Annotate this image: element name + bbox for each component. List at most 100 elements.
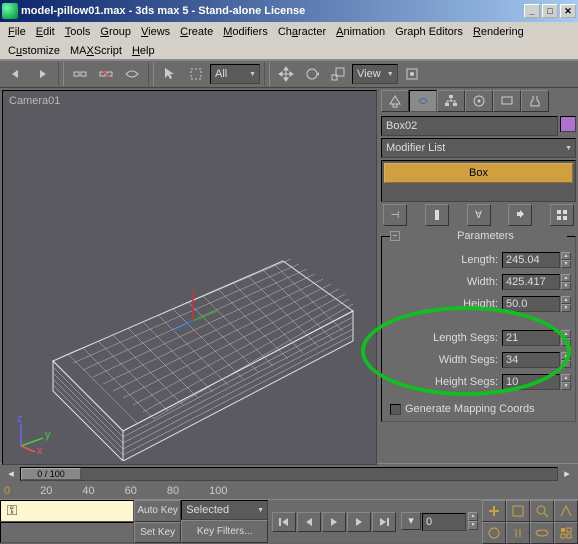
menu-animation[interactable]: Animation — [332, 24, 389, 40]
generate-mapping-checkbox[interactable] — [390, 404, 401, 415]
show-end-result-button[interactable] — [425, 204, 449, 226]
modifier-list-dropdown[interactable]: Modifier List — [381, 138, 576, 158]
tab-create[interactable] — [381, 90, 409, 112]
status-bar: ⚿ Auto Key Set Key Selected Key Filters.… — [0, 499, 578, 543]
select-button[interactable] — [158, 62, 182, 86]
workspace: Camera01 — [0, 88, 578, 463]
goto-end-button[interactable] — [372, 512, 396, 532]
track-bar[interactable]: 0 20 40 60 80 100 — [0, 483, 578, 499]
key-filters-button[interactable]: Key Filters... — [181, 520, 268, 543]
time-prev-button[interactable]: ◂ — [4, 467, 18, 481]
menu-graph-editors[interactable]: Graph Editors — [391, 24, 467, 40]
time-tag-button[interactable]: ▾ — [401, 512, 421, 530]
menu-bar: File Edit Tools Group Views Create Modif… — [0, 22, 578, 42]
time-next-button[interactable]: ▸ — [560, 467, 574, 481]
unlink-button[interactable] — [94, 62, 118, 86]
scale-button[interactable] — [326, 62, 350, 86]
prompt-field[interactable]: ⚿ — [0, 500, 134, 522]
key-icon: ⚿ — [1, 502, 23, 520]
fov-button[interactable] — [554, 500, 578, 522]
length-spinner[interactable]: 245.04 — [502, 252, 560, 268]
height-spin-buttons[interactable]: ▲▼ — [561, 296, 571, 312]
object-color-swatch[interactable] — [560, 116, 576, 132]
length-segs-spin-buttons[interactable]: ▲▼ — [561, 330, 571, 346]
goto-start-button[interactable] — [272, 512, 296, 532]
set-key-button[interactable]: Set Key — [134, 522, 181, 544]
viewport-label: Camera01 — [9, 95, 60, 107]
width-spinner[interactable]: 425.417 — [502, 274, 560, 290]
maximize-button[interactable]: □ — [542, 4, 558, 18]
width-segs-spinner[interactable]: 34 — [502, 352, 560, 368]
menu-customize[interactable]: Customize — [4, 43, 64, 59]
menu-modifiers[interactable]: Modifiers — [219, 24, 272, 40]
width-spin-buttons[interactable]: ▲▼ — [561, 274, 571, 290]
tick-40: 40 — [82, 485, 94, 497]
stack-item-box[interactable]: Box — [384, 163, 573, 183]
tick-80: 80 — [167, 485, 179, 497]
menu-tools[interactable]: Tools — [61, 24, 95, 40]
remove-modifier-button[interactable] — [508, 204, 532, 226]
rollout-collapse-button[interactable]: − — [390, 231, 400, 241]
height-spinner[interactable]: 50.0 — [502, 296, 560, 312]
menu-edit[interactable]: Edit — [32, 24, 59, 40]
tick-100: 100 — [209, 485, 227, 497]
time-scrub-handle[interactable]: 0 / 100 — [21, 468, 81, 480]
next-frame-button[interactable] — [347, 512, 371, 532]
tab-modify[interactable] — [409, 90, 437, 112]
tick-0: 0 — [4, 485, 10, 497]
status-message — [0, 522, 134, 544]
length-spin-buttons[interactable]: ▲▼ — [561, 252, 571, 268]
tab-hierarchy[interactable] — [437, 90, 465, 112]
current-frame-spinner[interactable]: 0 — [422, 513, 466, 531]
bind-spacewarp-button[interactable] — [120, 62, 144, 86]
menu-character[interactable]: Character — [274, 24, 330, 40]
length-label: Length: — [386, 254, 502, 266]
auto-key-button[interactable]: Auto Key — [134, 500, 181, 522]
menu-help[interactable]: Help — [128, 43, 159, 59]
zoom-button[interactable] — [530, 500, 554, 522]
make-unique-button[interactable]: ∀ — [467, 204, 491, 226]
close-button[interactable]: ✕ — [560, 4, 576, 18]
pan-view-button[interactable] — [482, 500, 506, 522]
menu-file[interactable]: File — [4, 24, 30, 40]
menu-rendering[interactable]: Rendering — [469, 24, 528, 40]
time-scrub-track[interactable]: 0 / 100 — [20, 467, 558, 481]
modifier-stack[interactable]: Box — [381, 160, 576, 202]
minimize-button[interactable]: _ — [524, 4, 540, 18]
command-panel-tabs — [381, 90, 576, 114]
zoom-extents-button[interactable] — [506, 500, 530, 522]
object-name-field[interactable]: Box02 — [381, 116, 558, 136]
menu-create[interactable]: Create — [176, 24, 217, 40]
window-title: model-pillow01.max - 3ds max 5 - Stand-a… — [21, 5, 522, 17]
play-button[interactable] — [322, 512, 346, 532]
tab-utilities[interactable] — [521, 90, 549, 112]
menu-maxscript[interactable]: MAXScript — [66, 43, 126, 59]
tab-display[interactable] — [493, 90, 521, 112]
frame-spin-buttons[interactable]: ▲▼ — [468, 512, 478, 530]
undo-button[interactable] — [4, 62, 28, 86]
prev-frame-button[interactable] — [297, 512, 321, 532]
pin-stack-button[interactable]: ⊣ — [383, 204, 407, 226]
link-button[interactable] — [68, 62, 92, 86]
length-segs-label: Length Segs: — [386, 332, 502, 344]
selection-filter-dropdown[interactable]: All — [210, 64, 260, 84]
height-segs-spinner[interactable]: 10 — [502, 374, 560, 390]
length-segs-spinner[interactable]: 21 — [502, 330, 560, 346]
tab-motion[interactable] — [465, 90, 493, 112]
move-button[interactable] — [274, 62, 298, 86]
viewport-geometry — [43, 231, 363, 461]
width-segs-spin-buttons[interactable]: ▲▼ — [561, 352, 571, 368]
redo-button[interactable] — [30, 62, 54, 86]
viewport-camera[interactable]: Camera01 — [2, 90, 377, 465]
rotate-button[interactable] — [300, 62, 324, 86]
menu-views[interactable]: Views — [137, 24, 174, 40]
menu-group[interactable]: Group — [96, 24, 135, 40]
select-region-button[interactable] — [184, 62, 208, 86]
time-slider: ◂ 0 / 100 ▸ — [0, 463, 578, 483]
parameters-rollout: − Parameters Length: 245.04 ▲▼ Width: 42… — [381, 236, 576, 422]
height-segs-spin-buttons[interactable]: ▲▼ — [561, 374, 571, 390]
pivot-button[interactable] — [400, 62, 424, 86]
reference-coord-dropdown[interactable]: View — [352, 64, 398, 84]
configure-sets-button[interactable] — [550, 204, 574, 226]
key-mode-dropdown[interactable]: Selected — [181, 500, 268, 520]
